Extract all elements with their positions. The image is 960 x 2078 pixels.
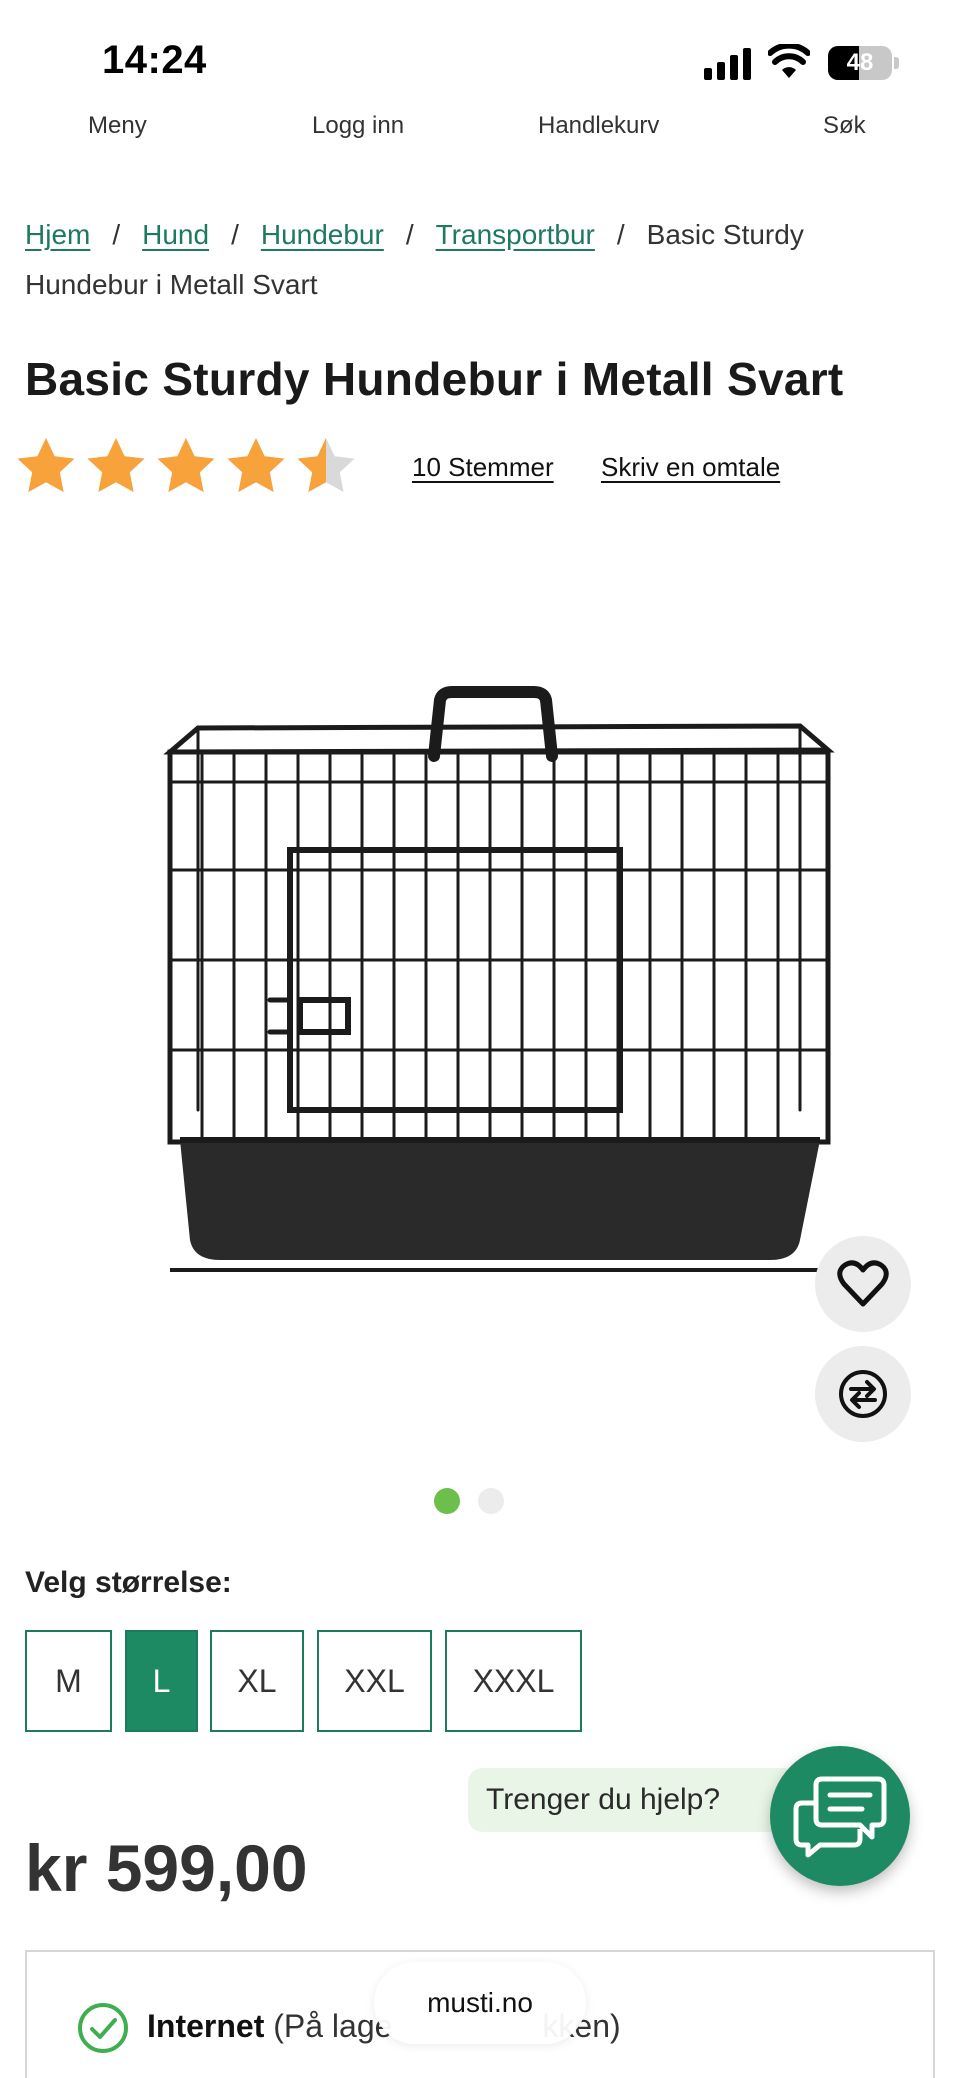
star-icon (17, 438, 75, 492)
search-button[interactable]: Søk (823, 112, 866, 140)
carousel-dot[interactable] (434, 1488, 460, 1514)
signal-icon (704, 48, 751, 80)
breadcrumb-home[interactable]: Hjem (25, 219, 90, 250)
write-review-link[interactable]: Skriv en omtale (601, 452, 780, 483)
chat-icon (793, 1776, 887, 1858)
status-time: 14:24 (102, 38, 207, 82)
breadcrumb-separator: / (231, 219, 239, 250)
carousel-dot[interactable] (478, 1488, 504, 1514)
size-option-xxxl[interactable]: XXXL (445, 1630, 582, 1732)
battery-icon: 48 (828, 46, 900, 80)
breadcrumb-separator: / (616, 219, 625, 250)
star-icon (87, 438, 145, 492)
browser-url-bar[interactable]: musti.no (374, 1962, 586, 2044)
cart-button[interactable]: Handlekurv (538, 112, 659, 140)
size-option-xxl[interactable]: XXL (317, 1630, 432, 1732)
compare-button[interactable] (815, 1346, 911, 1442)
product-price: kr 599,00 (25, 1831, 308, 1905)
compare-icon (839, 1370, 887, 1418)
help-bubble[interactable]: Trenger du hjelp? (468, 1768, 798, 1832)
heart-icon (837, 1260, 889, 1307)
wifi-icon (768, 44, 810, 78)
login-button[interactable]: Logg inn (312, 112, 404, 140)
star-icon (227, 438, 285, 492)
star-rating (14, 434, 364, 500)
size-label: Velg størrelse: (25, 1566, 232, 1599)
availability-title: Internet (147, 2008, 265, 2044)
battery-level: 48 (846, 49, 874, 76)
chat-button[interactable] (770, 1746, 910, 1886)
image-carousel-dots (434, 1488, 514, 1514)
star-icon (157, 438, 215, 492)
star-icon (297, 438, 355, 492)
breadcrumb-dog-crate[interactable]: Hundebur (261, 219, 384, 250)
size-option-m[interactable]: M (25, 1630, 112, 1732)
size-option-l[interactable]: L (125, 1630, 198, 1732)
top-navigation: Meny Logg inn Handlekurv Søk (0, 112, 960, 158)
status-bar: 14:24 48 (0, 0, 960, 110)
breadcrumb-dog[interactable]: Hund (142, 219, 209, 250)
product-title: Basic Sturdy Hundebur i Metall Svart (25, 353, 844, 405)
favorite-button[interactable] (815, 1236, 911, 1332)
breadcrumb-separator: / (405, 219, 414, 250)
menu-button[interactable]: Meny (88, 112, 147, 140)
size-option-xl[interactable]: XL (210, 1630, 304, 1732)
votes-link[interactable]: 10 Stemmer (412, 452, 554, 483)
product-image[interactable] (140, 670, 840, 1320)
check-circle-icon (78, 2003, 128, 2053)
breadcrumb-separator: / (112, 219, 121, 250)
breadcrumb: Hjem / Hund / Hundebur / Transportbur / Basic St… (25, 210, 925, 310)
breadcrumb-transport-crate[interactable]: Transportbur (436, 219, 595, 250)
